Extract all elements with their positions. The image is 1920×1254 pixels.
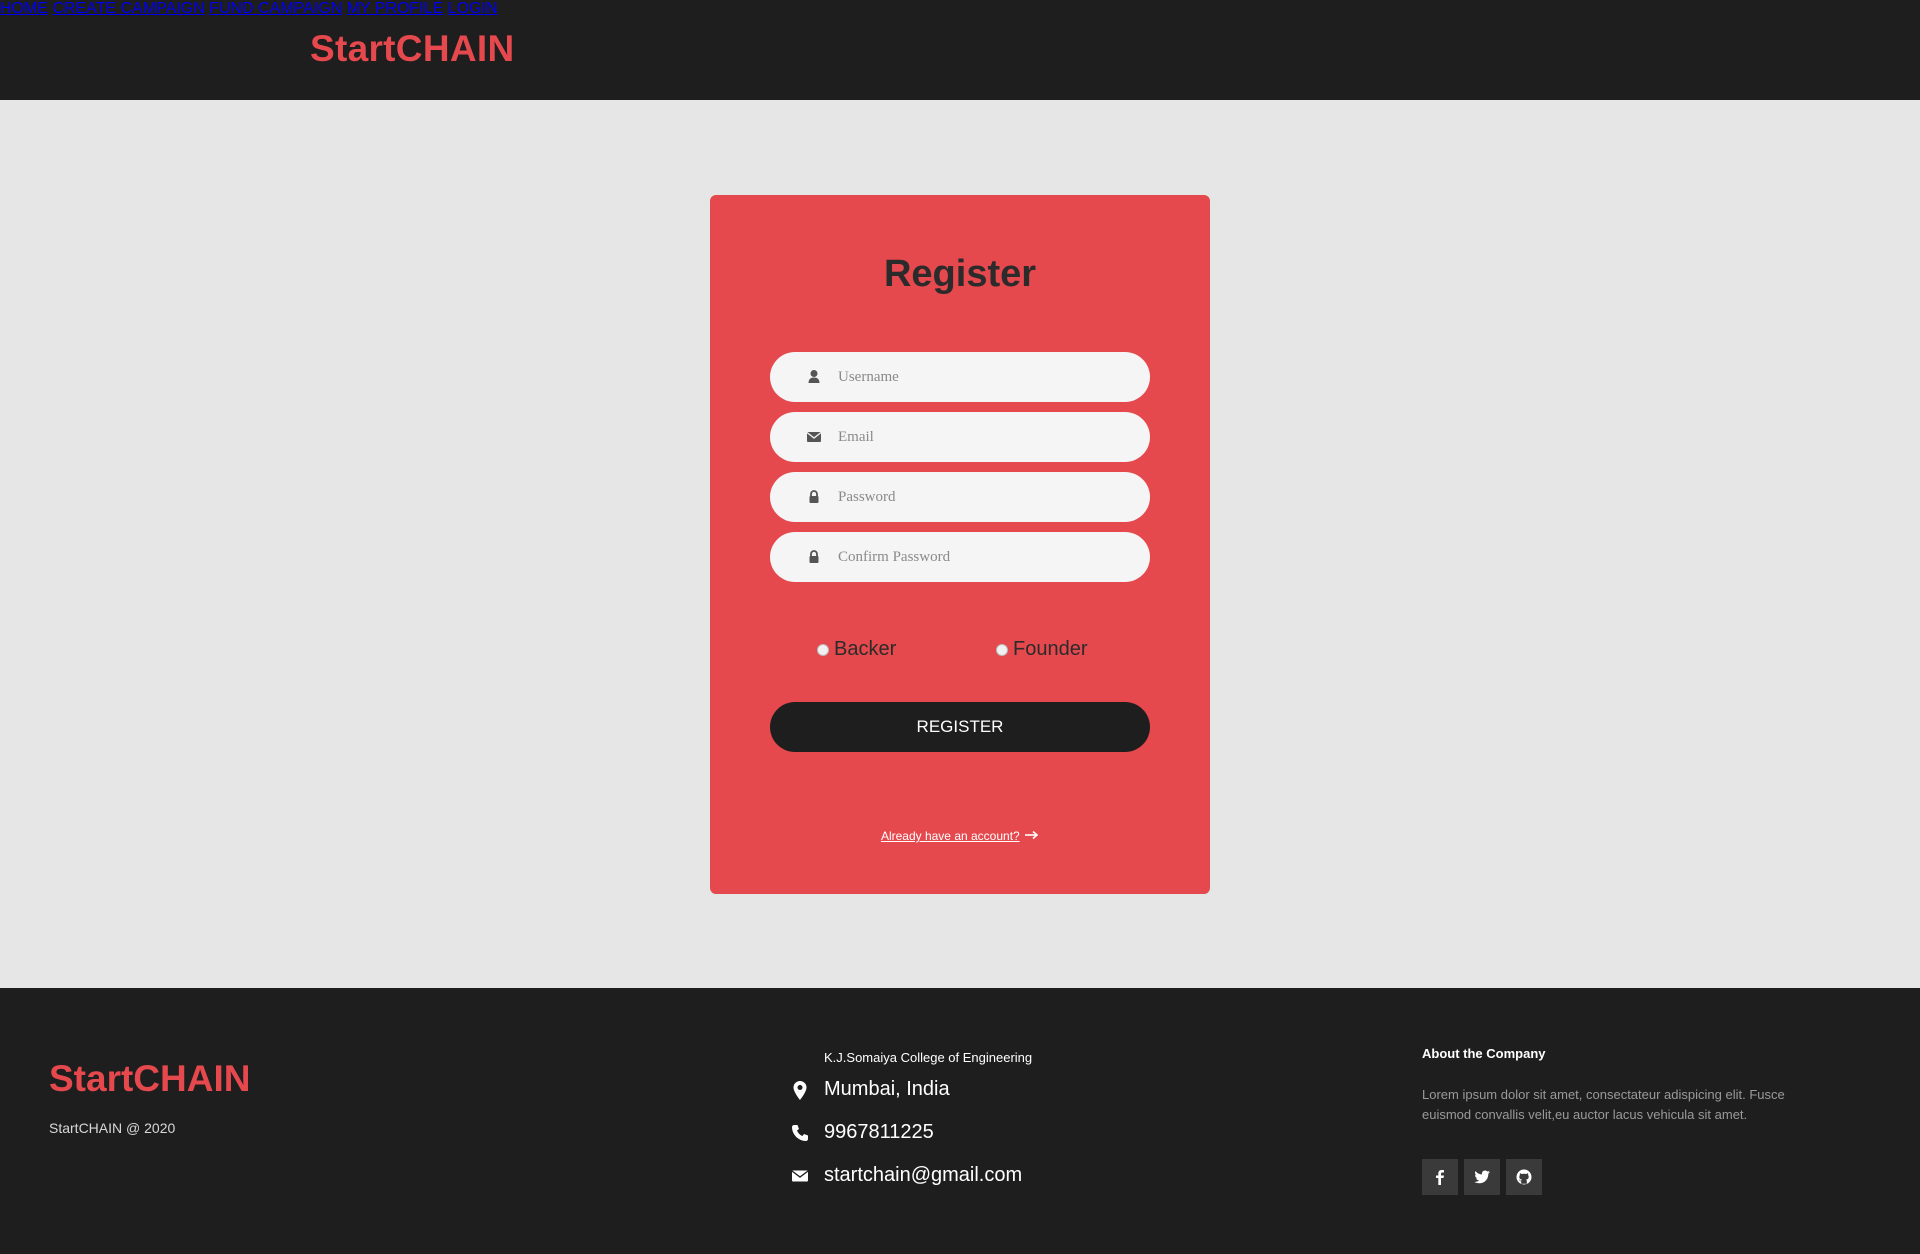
nav-create-campaign[interactable]: CREATE CAMPAIGN <box>52 0 204 17</box>
main-nav: HOME CREATE CAMPAIGN FUND CAMPAIGN MY PR… <box>0 0 1920 18</box>
founder-radio[interactable] <box>996 643 1008 656</box>
register-button[interactable]: REGISTER <box>770 702 1150 752</box>
confirm-password-input[interactable] <box>838 532 1128 582</box>
phone-icon <box>790 1123 810 1143</box>
role-founder-option[interactable]: Founder <box>996 638 1088 661</box>
email-field[interactable] <box>770 412 1150 462</box>
arrow-right-icon <box>1025 829 1039 843</box>
nav-my-profile[interactable]: MY PROFILE <box>347 0 444 17</box>
email-input[interactable] <box>838 412 1128 462</box>
map-marker-icon <box>790 1080 810 1100</box>
footer-college: K.J.Somaiya College of Engineering <box>824 1050 1033 1065</box>
envelope-icon <box>790 1166 810 1186</box>
role-selector: Backer Founder <box>710 638 1210 668</box>
twitter-icon[interactable] <box>1464 1159 1500 1195</box>
footer-copyright: StartCHAIN @ 2020 <box>49 1120 176 1136</box>
footer-city: Mumbai, India <box>824 1078 950 1100</box>
envelope-icon <box>804 427 824 447</box>
backer-radio[interactable] <box>817 643 829 656</box>
footer-phone[interactable]: 9967811225 <box>824 1121 934 1144</box>
footer-email[interactable]: startchain@gmail.com <box>824 1164 1022 1187</box>
about-heading: About the Company <box>1422 1046 1546 1061</box>
lock-icon <box>804 487 824 507</box>
footer-email-row: startchain@gmail.com <box>790 1164 1022 1187</box>
about-text: Lorem ipsum dolor sit amet, consectateur… <box>1422 1087 1785 1122</box>
brand-logo[interactable]: StartCHAIN <box>310 28 514 70</box>
top-navbar: StartCHAIN HOME CREATE CAMPAIGN FUND CAM… <box>0 0 1920 100</box>
footer-brand: StartCHAIN <box>49 1058 251 1099</box>
nav-home[interactable]: HOME <box>0 0 48 17</box>
lock-icon <box>804 547 824 567</box>
role-backer-option[interactable]: Backer <box>817 638 896 661</box>
password-input[interactable] <box>838 472 1128 522</box>
footer-location-row: Mumbai, India <box>790 1078 950 1101</box>
founder-label: Founder <box>1013 638 1088 660</box>
nav-login[interactable]: LOGIN <box>448 0 498 17</box>
facebook-icon[interactable] <box>1422 1159 1458 1195</box>
user-icon <box>804 367 824 387</box>
login-link-container: Already have an account? <box>710 829 1210 843</box>
nav-fund-campaign[interactable]: FUND CAMPAIGN <box>209 0 342 17</box>
username-field[interactable] <box>770 352 1150 402</box>
register-card: Register Backer Founder REGI <box>710 195 1210 894</box>
footer: StartCHAIN StartCHAIN @ 2020 K.J.Somaiya… <box>0 988 1920 1254</box>
password-field[interactable] <box>770 472 1150 522</box>
already-have-account-link[interactable]: Already have an account? <box>881 829 1020 843</box>
github-icon[interactable] <box>1506 1159 1542 1195</box>
register-title: Register <box>883 253 1037 295</box>
backer-label: Backer <box>834 638 897 660</box>
username-input[interactable] <box>838 352 1128 402</box>
social-links <box>1422 1159 1548 1195</box>
footer-phone-row: 9967811225 <box>790 1121 934 1144</box>
confirm-password-field[interactable] <box>770 532 1150 582</box>
